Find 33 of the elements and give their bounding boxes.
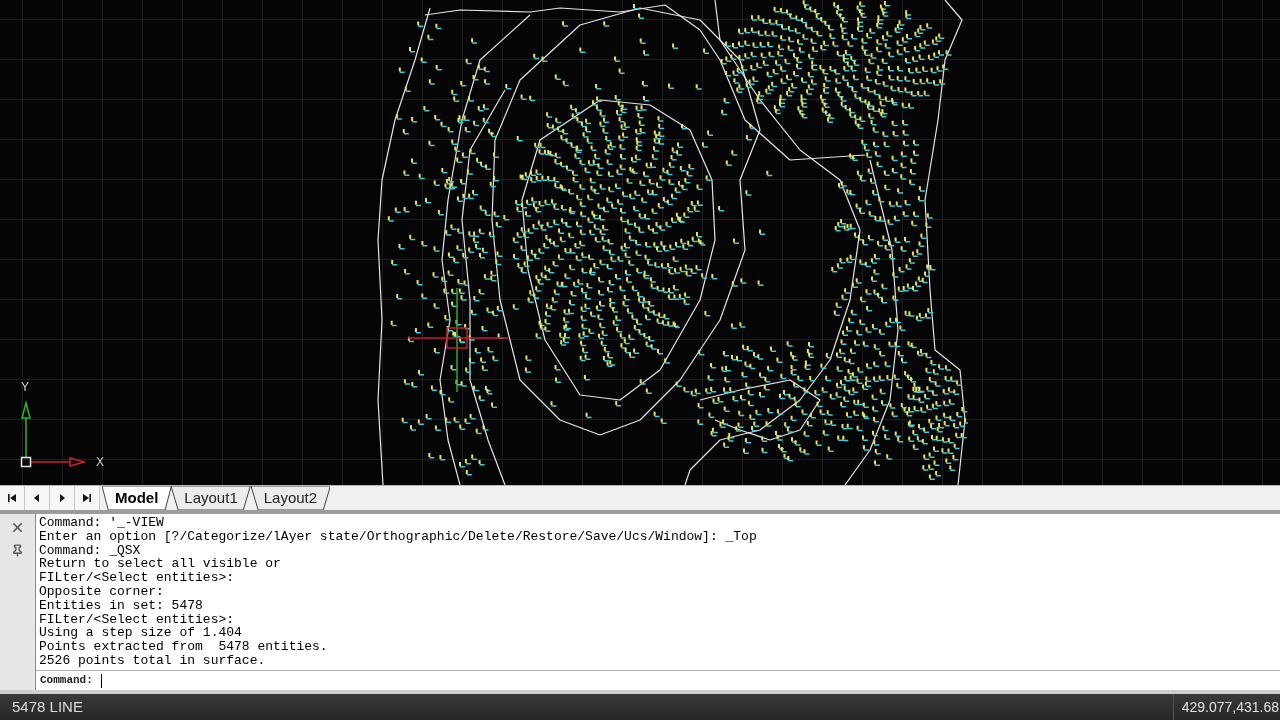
command-history-line: Opposite corner: xyxy=(39,585,164,599)
command-line-field[interactable]: Command: xyxy=(36,670,1280,690)
command-history-line: FILter/<Select entities>: xyxy=(39,571,235,585)
command-history-line: Points extracted from 5478 entities. xyxy=(39,640,328,654)
command-history-line: Command: _QSX xyxy=(39,543,141,558)
layout-tab[interactable]: Model xyxy=(102,486,172,510)
command-history-line: Using a step size of 1.404 xyxy=(39,626,242,641)
layout-tab[interactable]: Layout1 xyxy=(171,486,251,510)
layout-tab[interactable]: Layout2 xyxy=(250,486,331,510)
selection-info-text: 5478 LINE xyxy=(11,696,83,717)
command-history-line: Command: '_-VIEW xyxy=(39,516,164,530)
crosshair-cursor-icon xyxy=(408,288,508,392)
command-history-line: FILter/<Select entities>: xyxy=(39,612,235,627)
pin-icon[interactable] xyxy=(11,544,24,557)
triangle-left-icon xyxy=(32,493,42,503)
tab-navigation-button[interactable] xyxy=(75,486,100,510)
triangle-right-icon xyxy=(57,493,67,503)
tab-navigation-button[interactable] xyxy=(0,486,25,510)
text-cursor-icon xyxy=(100,673,102,688)
command-history-line: Enter an option [?/Categorize/lAyer state/Orthographic/Delete/Restore/Save/Ucs/Window]: _Top xyxy=(39,529,757,544)
command-history-line: 2526 points total in surface. xyxy=(39,653,266,668)
command-history-line: Return to select all visible or xyxy=(39,557,281,572)
tab-navigation-button[interactable] xyxy=(25,486,50,510)
close-icon[interactable] xyxy=(10,520,25,535)
coordinates-readout[interactable]: 429.077,431.68 xyxy=(1173,696,1280,718)
y-axis-label: Y xyxy=(21,380,29,394)
skip-to-start-icon xyxy=(7,493,17,503)
x-axis-label: X xyxy=(96,455,104,469)
skip-to-end-icon xyxy=(82,493,92,503)
model-space-canvas[interactable]: Y X xyxy=(0,0,1280,485)
tab-navigation-button[interactable] xyxy=(50,486,75,510)
command-history-line: Entities in set: 5478 xyxy=(39,598,203,613)
ucs-axis-icon xyxy=(18,400,86,468)
